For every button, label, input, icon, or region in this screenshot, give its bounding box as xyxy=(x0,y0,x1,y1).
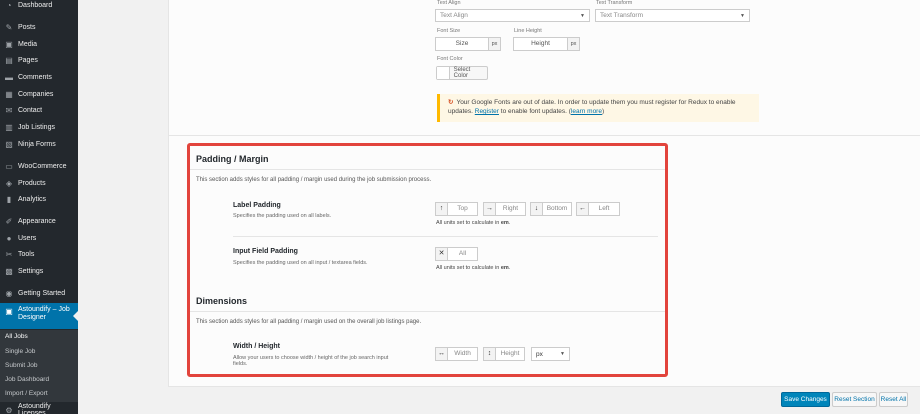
sidebar-item-job-listings[interactable]: ▥ Job Listings xyxy=(0,119,78,135)
pin-icon: ✎ xyxy=(5,22,13,32)
job-designer-submenu: All Jobs Single Job Submit Job Job Dashb… xyxy=(0,330,78,402)
font-color-label: Font Color xyxy=(437,56,463,62)
sidebar-item-woocommerce[interactable]: ▭ WooCommerce xyxy=(0,158,78,174)
submenu-all-jobs[interactable]: All Jobs xyxy=(5,333,28,340)
highlight-box xyxy=(187,143,668,377)
sidebar-item-pages[interactable]: ▤ Pages xyxy=(0,52,78,68)
woo-icon: ▭ xyxy=(5,161,13,171)
submenu-submit-job[interactable]: Submit Job xyxy=(5,362,38,369)
text-align-select[interactable]: Text Align ▼ xyxy=(435,9,590,22)
reset-all-button[interactable]: Reset All xyxy=(879,392,908,407)
select-color-button[interactable]: Select Color xyxy=(436,66,488,80)
font-size-label: Font Size xyxy=(437,28,461,34)
reset-section-button[interactable]: Reset Section xyxy=(832,392,877,407)
sidebar-item-appearance[interactable]: ✐ Appearance xyxy=(0,213,78,229)
learn-more-link[interactable]: learn more xyxy=(571,108,602,115)
analytics-icon: ▮ xyxy=(6,194,12,204)
play-icon: ◉ xyxy=(5,288,13,298)
sidebar-item-companies[interactable]: ▦ Companies xyxy=(0,86,78,102)
submenu-job-dashboard[interactable]: Job Dashboard xyxy=(5,376,49,383)
sidebar-item-users[interactable]: ● Users xyxy=(0,230,78,246)
users-icon: ● xyxy=(6,233,12,243)
forms-icon: ▧ xyxy=(5,139,13,149)
page-icon: ▤ xyxy=(5,55,13,65)
text-transform-select[interactable]: Text Transform ▼ xyxy=(595,9,750,22)
briefcase-icon: ▥ xyxy=(5,122,13,132)
save-changes-button[interactable]: Save Changes xyxy=(781,392,830,407)
sidebar-item-licenses[interactable]: ⚙ Astoundify Licenses xyxy=(0,402,78,414)
companies-icon: ▦ xyxy=(5,89,13,99)
text-transform-label: Text Transform xyxy=(596,0,633,6)
comment-icon: ▬ xyxy=(5,72,13,82)
products-icon: ◈ xyxy=(5,178,13,188)
line-height-input[interactable]: Height px xyxy=(513,37,580,51)
media-icon: ▣ xyxy=(5,39,13,49)
sidebar-item-analytics[interactable]: ▮ Analytics xyxy=(0,191,78,207)
sidebar-item-comments[interactable]: ▬ Comments xyxy=(0,69,78,85)
sidebar-item-settings[interactable]: ▩ Settings xyxy=(0,263,78,279)
sidebar-item-ninja-forms[interactable]: ▧ Ninja Forms xyxy=(0,136,78,152)
google-fonts-notice: ↻ Your Google Fonts are out of date. In o… xyxy=(437,94,759,122)
sidebar-item-products[interactable]: ◈ Products xyxy=(0,175,78,191)
key-icon: ⚙ xyxy=(5,405,13,414)
sidebar-item-getting-started[interactable]: ◉ Getting Started xyxy=(0,285,78,301)
designer-icon: ▣ xyxy=(5,306,13,316)
admin-sidebar: ◔ Dashboard ✎ Posts ▣ Media ▤ Pages ▬ Comment… xyxy=(0,0,78,414)
line-height-label: Line Height xyxy=(514,28,542,34)
settings-icon: ▩ xyxy=(5,266,13,276)
refresh-icon: ↻ xyxy=(448,99,454,106)
sidebar-item-job-designer[interactable]: ▣ Astoundify – Job Designer xyxy=(0,303,78,329)
text-align-label: Text Align xyxy=(437,0,461,6)
wrench-icon: ✂ xyxy=(5,249,13,259)
sidebar-item-media[interactable]: ▣ Media xyxy=(0,36,78,52)
chevron-down-icon: ▼ xyxy=(740,12,745,19)
options-nav-area xyxy=(78,0,168,414)
sidebar-item-posts[interactable]: ✎ Posts xyxy=(0,19,78,35)
color-swatch xyxy=(437,67,450,79)
sidebar-item-tools[interactable]: ✂ Tools xyxy=(0,246,78,262)
font-size-input[interactable]: Size px xyxy=(435,37,501,51)
sidebar-item-contact[interactable]: ✉ Contact xyxy=(0,102,78,118)
submenu-single-job[interactable]: Single Job xyxy=(5,348,35,355)
section-divider xyxy=(168,135,920,136)
chevron-down-icon: ▼ xyxy=(580,12,585,19)
submenu-import-export[interactable]: Import / Export xyxy=(5,390,48,397)
brush-icon: ✐ xyxy=(5,216,13,226)
dashboard-icon: ◔ xyxy=(6,0,12,10)
sidebar-item-dashboard[interactable]: ◔ Dashboard xyxy=(0,0,78,13)
register-link[interactable]: Register xyxy=(475,108,499,115)
mail-icon: ✉ xyxy=(5,105,13,115)
